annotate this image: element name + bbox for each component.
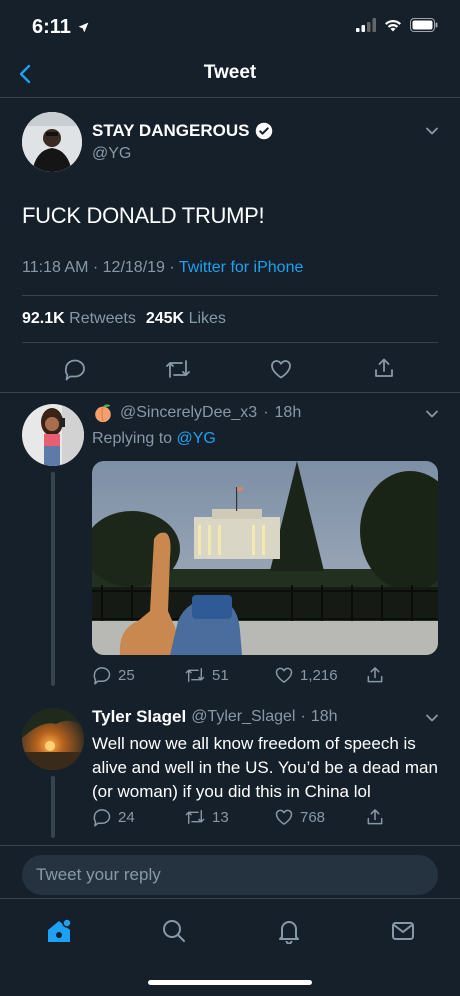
home-indicator [148, 980, 312, 985]
author-display-name: STAY DANGEROUS [92, 121, 250, 140]
reply-header: Tyler Slagel @Tyler_Slagel · 18h [92, 707, 338, 727]
divider [0, 845, 460, 846]
battery-icon [410, 18, 438, 32]
author-handle[interactable]: @YG [92, 145, 131, 163]
share-icon [375, 358, 393, 377]
peach-icon [95, 404, 111, 423]
chevron-down-icon [426, 714, 438, 722]
chevron-down-icon [426, 127, 438, 135]
share-icon [367, 809, 383, 825]
reply-icon [93, 809, 111, 827]
divider [0, 392, 460, 393]
tweet-text: FUCK DONALD TRUMP! [22, 203, 265, 228]
reply-button[interactable] [62, 356, 88, 382]
retweets-stat[interactable]: 92.1K Retweets [22, 310, 136, 328]
reply-avatar[interactable] [22, 708, 84, 770]
thread-line [51, 472, 55, 686]
cellular-signal-icon [356, 18, 376, 32]
envelope-icon [392, 922, 414, 940]
reply-composer-placeholder: Tweet your reply [36, 865, 161, 884]
retweet-icon [185, 668, 205, 682]
author-avatar[interactable] [22, 112, 82, 172]
heart-icon [275, 809, 293, 825]
retweet-count[interactable]: 13 [184, 807, 229, 827]
reply-image[interactable] [92, 461, 438, 655]
reply-icon [93, 667, 111, 685]
reply-age: 18h [274, 404, 302, 421]
location-arrow-icon [78, 22, 89, 33]
tab-notifications[interactable] [274, 916, 304, 946]
reply-menu-button[interactable] [424, 710, 440, 731]
tweet-source-link[interactable]: Twitter for iPhone [179, 259, 304, 276]
tweet-stats: 92.1K Retweets 245K Likes [22, 310, 226, 328]
chevron-down-icon [426, 410, 438, 418]
search-icon [163, 920, 185, 942]
replying-to: Replying to @YG [92, 430, 216, 447]
reply-header: @SincerelyDee_x3 · 18h [92, 402, 301, 424]
wifi-icon [385, 19, 401, 32]
share-button[interactable] [364, 664, 386, 686]
tab-home[interactable] [44, 916, 74, 946]
reply-text: Well now we all know freedom of speech i… [92, 734, 438, 801]
tweet-menu-button[interactable] [424, 123, 440, 144]
status-indicators [356, 18, 438, 32]
tab-messages[interactable] [388, 916, 418, 946]
heart-icon [271, 360, 291, 379]
retweet-icon [166, 360, 190, 378]
reply-composer[interactable]: Tweet your reply [22, 855, 438, 895]
likes-stat[interactable]: 245K Likes [146, 310, 226, 328]
tab-search[interactable] [159, 916, 189, 946]
divider [22, 295, 438, 296]
author-name-row[interactable]: STAY DANGEROUS [92, 121, 273, 141]
reply-handle[interactable]: @Tyler_Slagel [191, 708, 295, 726]
thread-line [51, 776, 55, 838]
reply-menu-button[interactable] [424, 406, 440, 427]
bell-icon [279, 921, 299, 944]
share-icon [367, 667, 383, 683]
like-count[interactable]: 768 [274, 807, 325, 827]
reply-age: 18h [310, 708, 338, 725]
retweet-icon [185, 810, 205, 824]
retweet-count[interactable]: 51 [184, 665, 229, 685]
reply-avatar[interactable] [22, 404, 84, 466]
reply-count[interactable]: 25 [92, 665, 135, 685]
home-icon [48, 918, 72, 942]
reply-display-name[interactable]: Tyler Slagel [92, 707, 186, 727]
like-count[interactable]: 1,216 [274, 665, 338, 685]
tweet-time: 11:18 AM [22, 259, 89, 276]
divider [22, 342, 438, 343]
status-time: 6:11 [32, 16, 90, 39]
reply-count[interactable]: 24 [92, 807, 135, 827]
share-button[interactable] [364, 806, 386, 828]
like-button[interactable] [268, 356, 294, 382]
reply-icon [64, 359, 85, 381]
retweet-button[interactable] [164, 356, 192, 382]
tweet-date: 12/18/19 [102, 259, 165, 276]
verified-badge-icon [256, 122, 273, 140]
share-button[interactable] [371, 355, 397, 381]
tweet-meta: 11:18 AM · 12/18/19 · Twitter for iPhone [22, 259, 304, 276]
replying-to-link[interactable]: @YG [177, 430, 216, 447]
page-title: Tweet [203, 62, 257, 83]
reply-handle[interactable]: @SincerelyDee_x3 [120, 404, 257, 422]
heart-icon [275, 667, 293, 683]
